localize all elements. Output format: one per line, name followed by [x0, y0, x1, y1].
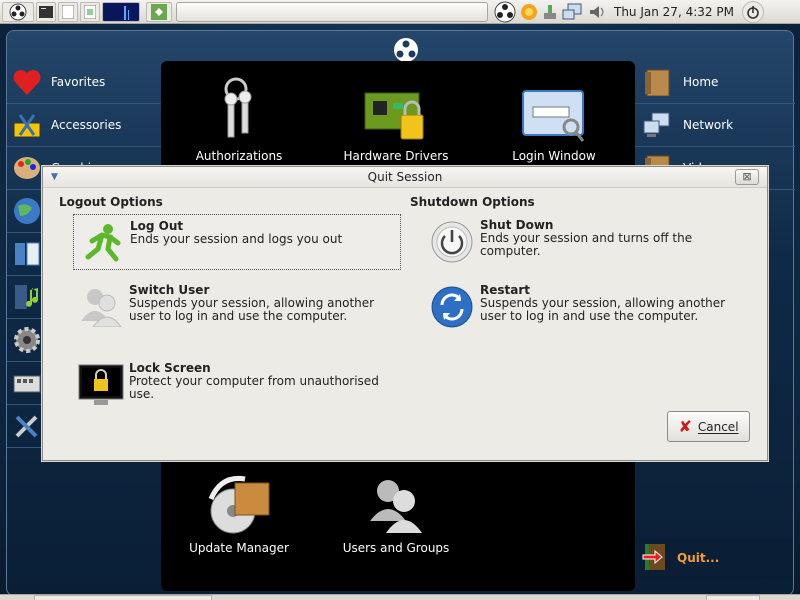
place-home[interactable]: Home: [635, 61, 795, 104]
users-icon: [77, 283, 125, 331]
category-favorites[interactable]: Favorites: [7, 61, 161, 104]
restart-option[interactable]: Restart Suspends your session, allowing …: [424, 279, 752, 335]
workspace-switcher[interactable]: [706, 595, 760, 600]
option-title: Restart: [480, 283, 531, 297]
system-tray: [494, 1, 608, 23]
app-label: Users and Groups: [342, 541, 450, 555]
app-launcher-icon[interactable]: [146, 1, 172, 22]
palette-icon: [11, 152, 43, 184]
app-users-groups[interactable]: Users and Groups: [321, 465, 471, 555]
globe-icon: [11, 195, 43, 227]
office-icon: [11, 238, 43, 270]
category-label: Favorites: [51, 75, 106, 89]
keyboard-icon: [11, 367, 43, 399]
quit-button[interactable]: Quit...: [635, 537, 793, 579]
option-title: Switch User: [129, 283, 210, 297]
volume-icon[interactable]: [588, 3, 608, 21]
app-hardware-drivers[interactable]: Hardware Drivers: [321, 73, 471, 163]
app-label: Hardware Drivers: [343, 149, 449, 163]
dialog-title: Quit Session: [367, 170, 443, 184]
option-title: Shut Down: [480, 218, 554, 232]
login-window-icon: [518, 73, 590, 145]
logout-option[interactable]: Log Out Ends your session and logs you o…: [73, 214, 401, 270]
circuit-lock-icon: [360, 73, 432, 145]
tools-icon: [11, 410, 43, 442]
bottom-panel: [0, 594, 800, 600]
option-title: Log Out: [130, 219, 184, 233]
exit-icon: [641, 542, 667, 575]
restart-icon: [428, 283, 476, 331]
mount-icon[interactable]: [541, 3, 559, 21]
shutdown-icon[interactable]: [741, 0, 764, 23]
option-description: Suspends your session, allowing another …: [480, 296, 726, 323]
heart-icon: [11, 66, 43, 98]
category-accessories[interactable]: Accessories: [7, 104, 161, 147]
top-panel: Thu Jan 27, 4:32 PM: [0, 0, 800, 24]
logout-options-heading: Logout Options: [59, 195, 163, 209]
users-groups-icon: [360, 465, 432, 537]
dialog-titlebar[interactable]: ▼ Quit Session ⊠: [43, 167, 767, 188]
foot-logo-icon[interactable]: [2, 1, 34, 22]
quit-label: Quit...: [677, 551, 720, 565]
option-description: Ends your session and logs you out: [130, 232, 343, 246]
option-title: Lock Screen: [129, 361, 211, 375]
app-login-window[interactable]: Login Window: [479, 73, 629, 163]
place-network[interactable]: Network: [635, 104, 795, 147]
keys-icon: [203, 73, 275, 145]
cancel-icon: ✘: [678, 417, 692, 436]
running-man-icon: [78, 219, 126, 267]
app-label: Login Window: [512, 149, 596, 163]
window-list[interactable]: [176, 1, 488, 22]
update-notifier-icon[interactable]: [520, 3, 538, 21]
foot-logo-icon[interactable]: [494, 1, 516, 23]
lock-screen-option[interactable]: Lock Screen Protect your computer from u…: [73, 357, 401, 413]
category-label: Accessories: [51, 118, 122, 132]
option-description: Ends your session and turns off the comp…: [480, 231, 693, 258]
multimedia-icon: [11, 281, 43, 313]
terminal-icon[interactable]: [36, 1, 56, 22]
menu-logo-icon: [393, 37, 419, 63]
app-update-manager[interactable]: Update Manager: [164, 465, 314, 555]
app-label: Authorizations: [195, 149, 283, 163]
app-label: Update Manager: [189, 541, 289, 555]
taskbar-button[interactable]: [34, 595, 212, 600]
system-gear-icon: [11, 324, 43, 356]
app-authorizations[interactable]: Authorizations: [164, 73, 314, 163]
option-description: Suspends your session, allowing another …: [129, 296, 375, 323]
update-manager-icon: [203, 465, 275, 537]
clock[interactable]: Thu Jan 27, 4:32 PM: [614, 5, 734, 19]
network-icon[interactable]: [562, 3, 582, 21]
system-load-graph[interactable]: [102, 1, 140, 22]
option-description: Protect your computer from unauthorised …: [129, 374, 379, 401]
accessories-icon: [11, 109, 43, 141]
system-monitor-icon[interactable]: [80, 1, 100, 22]
network-places-icon: [643, 111, 671, 139]
lock-screen-icon: [77, 361, 125, 409]
cancel-label: Cancel: [697, 419, 739, 434]
shutdown-options-heading: Shutdown Options: [410, 195, 535, 209]
cancel-button[interactable]: ✘ Cancel: [667, 411, 750, 442]
switch-user-option[interactable]: Switch User Suspends your session, allow…: [73, 279, 401, 335]
close-icon[interactable]: ⊠: [735, 169, 759, 185]
place-label: Network: [683, 118, 734, 132]
place-label: Home: [683, 75, 719, 89]
power-icon: [428, 218, 476, 266]
file-manager-icon[interactable]: [58, 1, 78, 22]
home-folder-icon: [643, 68, 671, 96]
window-menu-icon[interactable]: ▼: [51, 167, 58, 187]
quit-session-dialog: ▼ Quit Session ⊠ Logout Options Shutdown…: [42, 166, 768, 461]
shut-down-option[interactable]: Shut Down Ends your session and turns of…: [424, 214, 752, 270]
